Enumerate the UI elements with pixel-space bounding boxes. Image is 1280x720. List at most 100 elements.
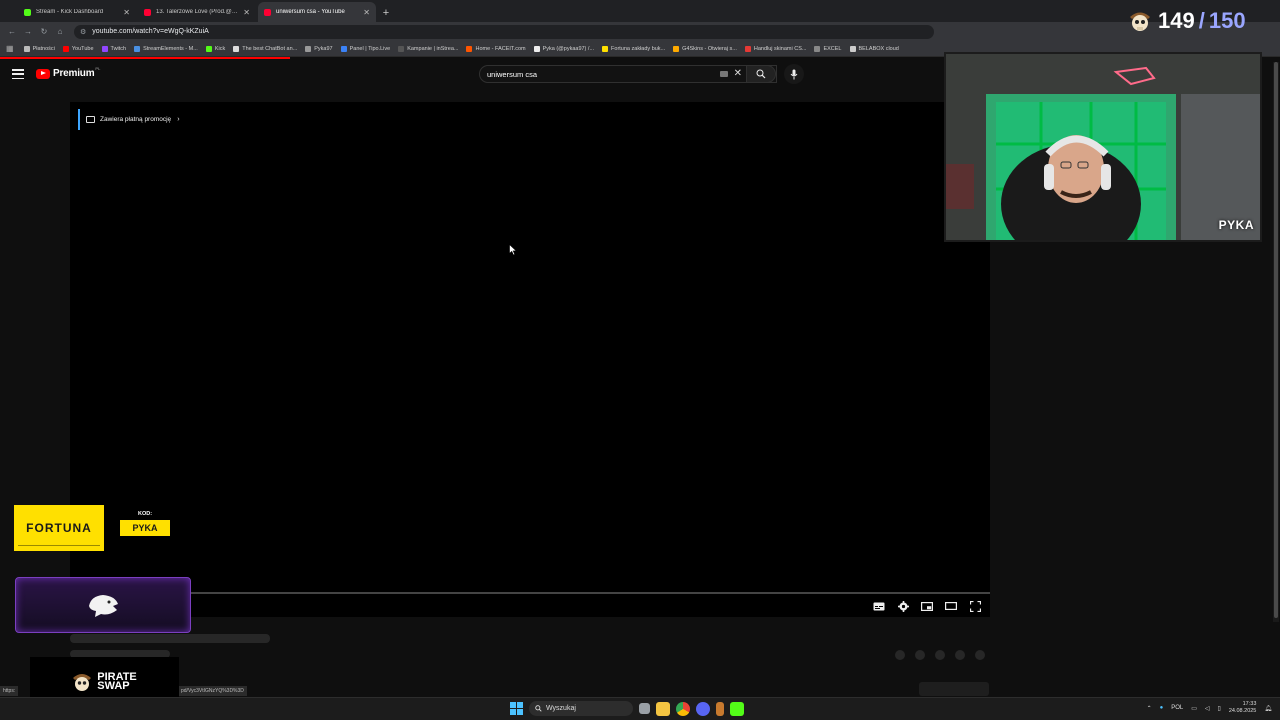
paid-promotion-notice[interactable]: Zawiera płatną promocję › — [78, 109, 180, 130]
youtube-premium-logo[interactable]: Premium PL — [36, 66, 100, 79]
settings-button[interactable] — [896, 599, 910, 613]
windows-start-icon[interactable] — [510, 702, 523, 715]
tab-title: uniwersum csa - YouTube — [276, 9, 345, 15]
apps-grid-icon[interactable]: ▦ — [6, 44, 14, 53]
chevron-up-icon[interactable]: ⌃ — [1147, 705, 1152, 712]
close-tab-icon[interactable]: ✕ — [243, 8, 250, 17]
kick-app-icon[interactable] — [730, 701, 744, 716]
bookmark-item[interactable]: Kampanie | inStrea... — [398, 45, 459, 52]
bookmark-favicon-icon — [466, 45, 473, 52]
miniplayer-icon — [921, 601, 933, 611]
theater-mode-icon — [945, 602, 957, 610]
search-icon — [535, 705, 542, 712]
bookmark-item[interactable]: Płatności — [23, 45, 55, 52]
search-input[interactable]: uniwersum csa ✕ — [479, 65, 777, 83]
taskbar-search[interactable]: Wyszukaj — [529, 701, 633, 716]
bookmark-item[interactable]: EXCEL — [814, 45, 842, 52]
battery-icon[interactable]: ▯ — [1218, 705, 1221, 712]
search-button[interactable] — [746, 65, 776, 83]
page-scrollbar[interactable] — [1273, 62, 1279, 622]
microphone-icon — [790, 69, 798, 79]
scrollbar-thumb[interactable] — [1274, 62, 1278, 618]
browser-tab-music[interactable]: 13. Talerzowe Love (Prod.@Jas... ✕ — [138, 2, 256, 22]
taskbar-search-placeholder: Wyszukaj — [546, 705, 576, 712]
taskbar-clock[interactable]: 17:33 24.08.2025 — [1229, 701, 1257, 715]
bookmark-label: EXCEL — [823, 45, 842, 52]
subtitles-button[interactable] — [872, 599, 886, 613]
bookmark-item[interactable]: Pyka (@pykaa97) /... — [533, 45, 595, 52]
webcam-name: PYKA — [1218, 218, 1254, 232]
browser-tab-kick[interactable]: Stream - Kick Dashboard ✕ — [18, 2, 136, 22]
bookmark-item[interactable]: StreamElements - M... — [134, 45, 198, 52]
counter-total: 150 — [1208, 8, 1246, 33]
address-bar[interactable]: ⚙ youtube.com/watch?v=eWgQ-kKZuiA — [74, 24, 934, 39]
forward-arrow-icon[interactable]: → — [20, 24, 36, 40]
bookmark-label: Pyka97 — [314, 45, 333, 52]
bookmark-item[interactable]: Fortuna zakłady buk... — [602, 45, 665, 52]
bookmark-label: Home - FACEIT.com — [475, 45, 526, 52]
microphone-app-icon[interactable] — [716, 701, 724, 716]
site-info-icon[interactable]: ⚙ — [80, 28, 86, 36]
bookmark-item[interactable]: Kick — [205, 45, 226, 52]
back-arrow-icon[interactable]: ← — [4, 24, 20, 40]
chevron-right-icon: › — [177, 116, 180, 123]
bookmark-favicon-icon — [233, 45, 240, 52]
home-icon[interactable]: ⌂ — [52, 24, 68, 40]
bookmark-favicon-icon — [398, 45, 405, 52]
miniplayer-button[interactable] — [920, 599, 934, 613]
close-tab-icon[interactable]: ✕ — [363, 8, 370, 17]
volume-icon[interactable]: ◁ — [1205, 705, 1210, 712]
bookmark-favicon-icon — [134, 45, 141, 52]
discord-icon[interactable] — [696, 701, 710, 716]
network-icon[interactable]: ▭ — [1191, 705, 1197, 712]
bookmark-favicon-icon — [62, 45, 69, 52]
bookmark-item[interactable]: Home - FACEIT.com — [466, 45, 526, 52]
clock-date: 24.08.2025 — [1228, 708, 1257, 714]
clear-search-icon[interactable]: ✕ — [734, 68, 742, 79]
bookmark-label: Kampanie | inStrea... — [407, 45, 459, 52]
bookmark-label: Kick — [214, 45, 226, 52]
browser-tab-youtube-active[interactable]: uniwersum csa - YouTube ✕ — [258, 2, 376, 22]
youtube-favicon-icon — [144, 8, 151, 16]
bookmark-favicon-icon — [849, 45, 856, 52]
menu-hamburger-icon[interactable] — [12, 69, 24, 79]
address-bar-url: youtube.com/watch?v=eWgQ-kKZuiA — [92, 28, 209, 35]
bookmark-label: G4Skins - Otwieraj s... — [682, 45, 737, 52]
bookmark-item[interactable]: G4Skins - Otwieraj s... — [673, 45, 737, 52]
task-view-icon[interactable] — [639, 703, 650, 714]
status-url-left: https: — [0, 686, 19, 696]
video-player[interactable]: Zawiera płatną promocję › — [70, 102, 990, 617]
new-tab-plus-icon[interactable]: + — [378, 4, 394, 22]
mic-tray-icon[interactable]: ● — [1160, 705, 1164, 711]
tab-title: 13. Talerzowe Love (Prod.@Jas... — [156, 9, 240, 15]
reload-icon[interactable]: ↻ — [36, 24, 52, 40]
bookmark-item[interactable]: The best ChatBot an... — [233, 45, 297, 52]
bookmark-item[interactable]: Pyka97 — [305, 45, 333, 52]
fortuna-sponsor-banner: FORTUNA — [14, 505, 104, 551]
bookmark-label: Płatności — [32, 45, 55, 52]
theater-mode-button[interactable] — [944, 599, 958, 613]
logo-text: Premium — [53, 68, 95, 79]
video-progress-bar[interactable] — [70, 592, 990, 594]
voice-search-button[interactable] — [784, 64, 804, 84]
close-tab-icon[interactable]: ✕ — [123, 8, 130, 17]
file-explorer-icon[interactable] — [656, 701, 670, 716]
bookmark-label: YouTube — [71, 45, 94, 52]
bookmark-label: StreamElements - M... — [143, 45, 198, 52]
bookmark-item[interactable]: Handluj skinami CS... — [744, 45, 806, 52]
fullscreen-button[interactable] — [968, 599, 982, 613]
bookmark-label: Pyka (@pykaa97) /... — [542, 45, 595, 52]
bookmark-item[interactable]: BELABOX cloud — [849, 45, 899, 52]
keyboard-language[interactable]: POL — [1171, 705, 1183, 711]
bookmark-favicon-icon — [305, 45, 312, 52]
bookmark-item[interactable]: Twitch — [101, 45, 126, 52]
bookmark-favicon-icon — [205, 45, 212, 52]
notification-bell-icon[interactable]: 🔔︎ — [1264, 705, 1272, 712]
keyboard-icon[interactable] — [720, 71, 728, 77]
promo-code-box: KOD: PYKA — [120, 511, 170, 536]
sponsor-lion-banner — [15, 577, 191, 633]
bookmark-item[interactable]: Panel | Tipo.Live — [340, 45, 390, 52]
bookmark-item[interactable]: YouTube — [62, 45, 94, 52]
chrome-icon[interactable] — [676, 701, 690, 716]
browser-tab-strip: Stream - Kick Dashboard ✕ 13. Talerzowe … — [0, 0, 1280, 22]
